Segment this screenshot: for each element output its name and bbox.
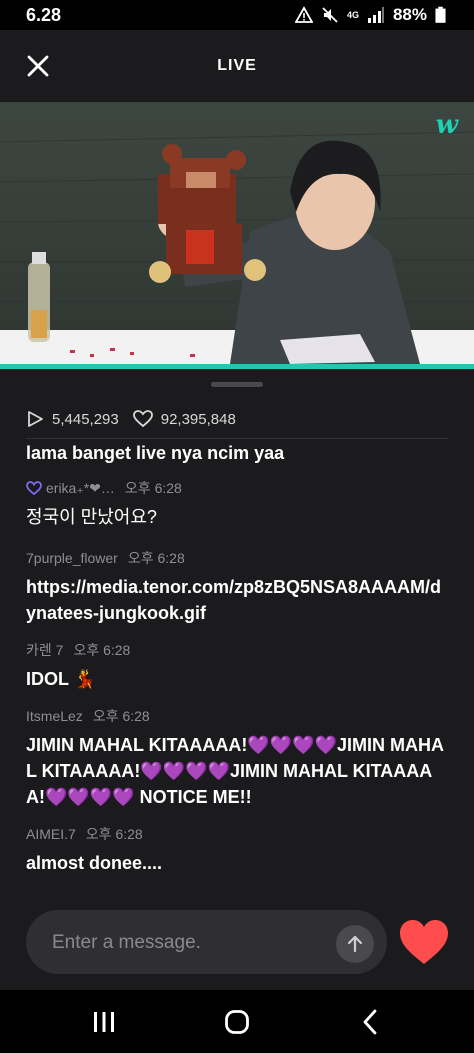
- drag-handle[interactable]: [211, 382, 263, 387]
- message-text: IDOL 💃: [26, 669, 97, 689]
- recents-button[interactable]: [74, 1002, 134, 1042]
- chat-list: lama banget live nya ncim yaa erika₊*❤… …: [26, 440, 450, 888]
- like-button[interactable]: [398, 918, 450, 968]
- views-stat: 5,445,293: [26, 410, 119, 428]
- status-bar: 6.28 4G 88%: [0, 0, 474, 30]
- message-author[interactable]: AIMEI.7: [26, 826, 76, 842]
- battery-percent: 88%: [392, 5, 427, 24]
- status-time: 6.28: [26, 5, 62, 25]
- chat-message: erika₊*❤… 오후 6:28 정국이 만났어요?: [26, 478, 450, 530]
- message-time: 오후 6:28: [85, 826, 143, 842]
- live-video[interactable]: [0, 102, 474, 364]
- message-author[interactable]: ItsmeLez: [26, 708, 83, 724]
- message-meta: 카렌 7 오후 6:28: [26, 640, 450, 660]
- chat-message: lama banget live nya ncim yaa: [26, 440, 450, 466]
- chat-message: AIMEI.7 오후 6:28 almost donee....: [26, 824, 450, 876]
- message-meta: 7purple_flower 오후 6:28: [26, 548, 450, 568]
- message-composer: [26, 910, 387, 974]
- signal-icon: [367, 7, 384, 23]
- mute-icon: [322, 7, 338, 23]
- message-text: almost donee....: [26, 853, 163, 873]
- status-icons: 4G 88%: [294, 5, 446, 25]
- message-author[interactable]: 7purple_flower: [26, 550, 118, 566]
- weverse-badge-icon: [26, 481, 42, 495]
- live-stats: 5,445,293 92,395,848: [26, 400, 448, 439]
- message-input[interactable]: [50, 928, 334, 958]
- live-header: LIVE: [0, 30, 474, 102]
- heart-filled-icon: [400, 920, 448, 964]
- video-progress-bar: [0, 364, 474, 369]
- recents-icon: [94, 1012, 114, 1032]
- message-text: 정국이 만났어요?: [26, 507, 157, 527]
- home-button[interactable]: [207, 1002, 267, 1042]
- back-icon: [363, 1009, 377, 1035]
- message-time: 오후 6:28: [92, 708, 150, 724]
- battery-icon: [435, 6, 446, 23]
- system-nav-bar: [0, 990, 474, 1053]
- back-button[interactable]: [340, 1002, 400, 1042]
- message-meta: AIMEI.7 오후 6:28: [26, 824, 450, 844]
- send-button[interactable]: [336, 925, 374, 963]
- message-text: lama banget live nya ncim yaa: [26, 443, 285, 463]
- message-time: 오후 6:28: [127, 550, 185, 566]
- message-time: 오후 6:28: [124, 480, 182, 496]
- chat-message: 카렌 7 오후 6:28 IDOL 💃: [26, 640, 450, 692]
- page-title: LIVE: [217, 57, 257, 74]
- message-time: 오후 6:28: [73, 642, 131, 658]
- message-meta: ItsmeLez 오후 6:28: [26, 706, 450, 726]
- views-count: 5,445,293: [52, 410, 119, 428]
- message-text: JIMIN MAHAL KITAAAAA!💜💜💜💜JIMIN MAHAL KIT…: [26, 735, 444, 807]
- likes-count: 92,395,848: [160, 410, 236, 428]
- heart-outline-icon: [132, 410, 153, 428]
- message-link[interactable]: https://media.tenor.com/zp8zBQ5NSA8AAAAM…: [26, 574, 450, 626]
- likes-stat: 92,395,848: [132, 410, 236, 428]
- home-icon: [225, 1010, 249, 1034]
- message-author[interactable]: erika₊*❤…: [46, 480, 115, 497]
- video-frame: [0, 102, 474, 364]
- message-author[interactable]: 카렌 7: [26, 640, 63, 660]
- message-meta: erika₊*❤… 오후 6:28: [26, 478, 450, 498]
- chat-message: 7purple_flower 오후 6:28 https://media.ten…: [26, 548, 450, 626]
- weverse-logo: w: [435, 110, 458, 140]
- play-icon: [28, 411, 43, 427]
- network-label: 4G: [346, 10, 359, 20]
- send-arrow-icon: [347, 935, 363, 953]
- chat-message: ItsmeLez 오후 6:28 JIMIN MAHAL KITAAAAA!💜💜…: [26, 706, 450, 810]
- alert-icon: [294, 6, 313, 23]
